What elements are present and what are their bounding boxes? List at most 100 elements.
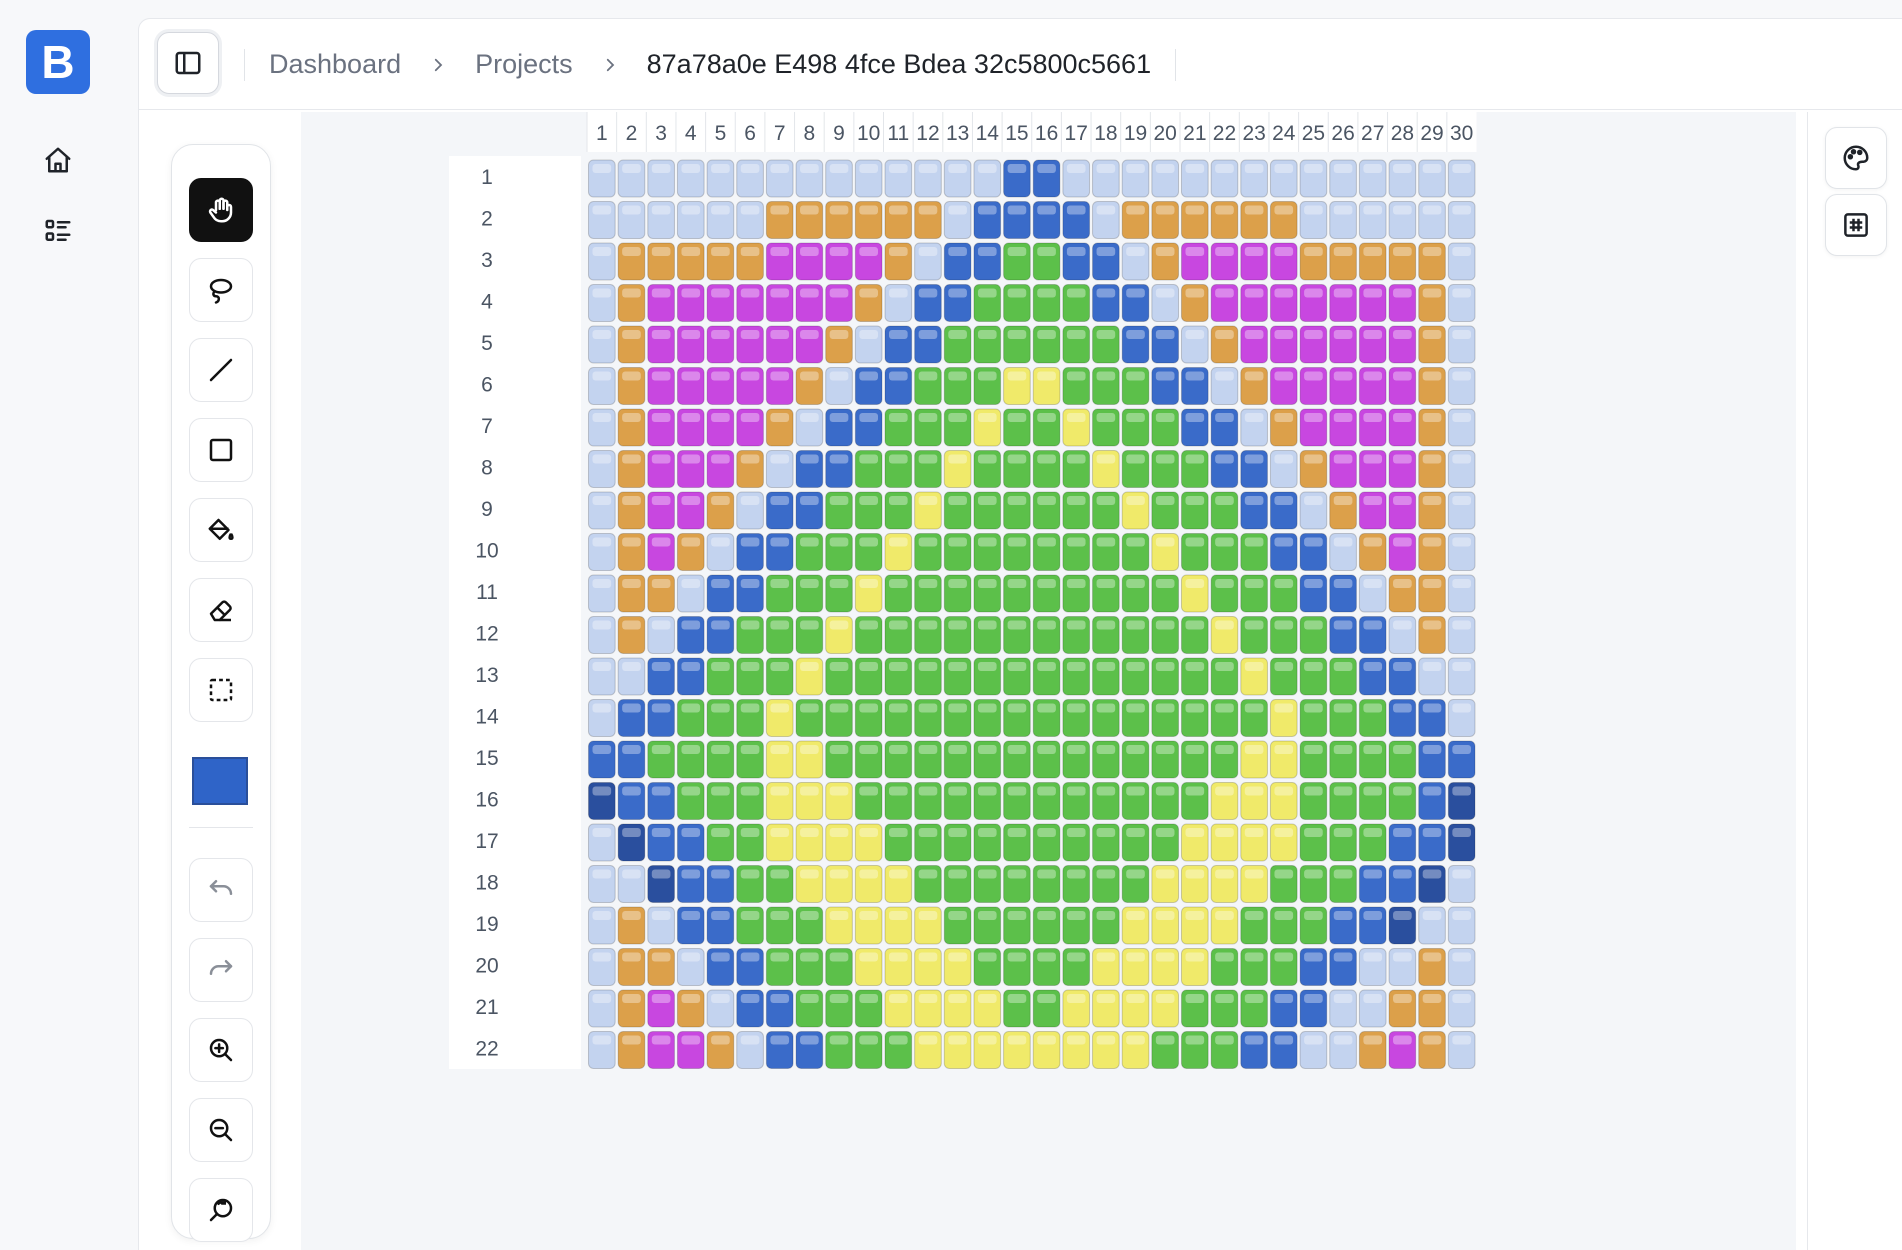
pixel-cell-highlight <box>859 786 878 796</box>
pixel-cell-highlight <box>1452 413 1471 422</box>
pixel-cell-highlight <box>1096 952 1116 962</box>
eraser-tool-button[interactable] <box>189 578 253 642</box>
pixel-cell-highlight <box>1274 703 1294 713</box>
pixel-cell-highlight <box>829 786 849 796</box>
list-icon[interactable] <box>38 211 78 251</box>
home-icon[interactable] <box>38 140 78 180</box>
pixel-cell-highlight <box>651 662 671 671</box>
redo-button[interactable] <box>189 938 253 1002</box>
pixel-cell-highlight <box>1185 828 1205 837</box>
pixel-cell-highlight <box>1066 994 1086 1003</box>
pixel-cell-highlight <box>1363 413 1383 422</box>
pixel-cell-highlight <box>859 164 878 173</box>
pixel-cell-highlight <box>1393 1035 1412 1045</box>
pixel-canvas[interactable]: 1 2 3 4 5 6 7 8 9 10 11 12 13 14 15 16 17 18 19 20 21 22 23 24 2… <box>301 112 1796 1250</box>
pixel-cell-highlight <box>1452 454 1471 464</box>
pixel-cell-highlight <box>1274 371 1294 381</box>
pixel-cell-highlight <box>1007 828 1027 837</box>
row-label: 14 <box>475 706 499 729</box>
select-tool-button[interactable] <box>189 658 253 722</box>
pixel-cell-highlight <box>948 869 967 879</box>
pixel-cell-highlight <box>948 1035 967 1045</box>
current-color-swatch[interactable] <box>192 757 248 805</box>
breadcrumb-projects[interactable]: Projects <box>475 49 573 80</box>
rectangle-tool-button[interactable] <box>189 418 253 482</box>
zoom-reset-button[interactable] <box>189 1178 253 1242</box>
pixel-cell-highlight <box>622 164 641 173</box>
fill-tool-button[interactable] <box>189 498 253 562</box>
pixel-cell-highlight <box>1304 454 1323 464</box>
line-tool-button[interactable] <box>189 338 253 402</box>
pixel-cell-highlight <box>1363 662 1383 671</box>
nav-rail: B <box>0 0 137 1250</box>
pixel-cell-highlight <box>1304 620 1323 630</box>
pixel-cell-highlight <box>1393 205 1412 215</box>
pixel-cell-highlight <box>711 828 730 837</box>
pixel-cell-highlight <box>1007 537 1027 547</box>
pixel-cell-highlight <box>1155 371 1175 381</box>
pixel-cell-highlight <box>681 247 701 256</box>
pixel-cell-highlight <box>1096 662 1116 671</box>
row-header-cell <box>449 820 581 862</box>
row-label: 9 <box>481 498 493 521</box>
pixel-cell-highlight <box>1274 745 1294 754</box>
pixel-cell-highlight <box>1215 911 1234 920</box>
palette-button[interactable] <box>1825 127 1887 189</box>
pixel-cell-highlight <box>592 537 612 547</box>
app-logo[interactable]: B <box>26 30 90 94</box>
lasso-tool-button[interactable] <box>189 258 253 322</box>
grid-settings-button[interactable] <box>1825 194 1887 256</box>
pixel-cell-highlight <box>1244 371 1264 381</box>
line-icon <box>209 358 233 382</box>
pixel-cell-highlight <box>1096 330 1116 339</box>
pixel-cell-highlight <box>1037 828 1056 837</box>
pixel-cell-highlight <box>1007 994 1027 1003</box>
pixel-cell-highlight <box>681 911 701 920</box>
pixel-cell-highlight <box>740 869 760 879</box>
pixel-cell-highlight <box>1333 745 1353 754</box>
pixel-cell-highlight <box>1215 537 1234 547</box>
right-panel-divider <box>1807 112 1808 1250</box>
pixel-cell-highlight <box>918 579 938 588</box>
pixel-cell-highlight <box>800 205 819 215</box>
pixel-cell-highlight <box>829 371 849 381</box>
pixel-cell-highlight <box>1066 911 1086 920</box>
hand-tool-button[interactable] <box>189 178 253 242</box>
pixel-cell-highlight <box>829 1035 849 1045</box>
header-divider <box>244 49 245 81</box>
pixel-cell-highlight <box>1274 869 1294 879</box>
undo-button[interactable] <box>189 858 253 922</box>
pixel-cell-highlight <box>1422 579 1442 588</box>
pixel-cell-highlight <box>977 247 997 256</box>
pixel-cell-highlight <box>948 703 967 713</box>
pixel-cell-highlight <box>651 1035 671 1045</box>
column-label: 17 <box>1065 122 1088 145</box>
pixel-cell-highlight <box>1155 620 1175 630</box>
pixel-cell-highlight <box>1274 288 1294 298</box>
pixel-cell-highlight <box>918 288 938 298</box>
pixel-cell-highlight <box>1422 288 1442 298</box>
pixel-cell-highlight <box>1333 994 1353 1003</box>
pixel-cell-highlight <box>711 703 730 713</box>
pixel-cell-highlight <box>1126 620 1145 630</box>
pixel-cell-highlight <box>770 869 790 879</box>
row-header-cell <box>449 944 581 986</box>
pixel-cell-highlight <box>977 164 997 173</box>
lasso-icon <box>209 278 233 304</box>
pixel-cell-highlight <box>1155 537 1175 547</box>
marquee-select-icon <box>209 678 233 702</box>
breadcrumb-dashboard[interactable]: Dashboard <box>269 49 401 80</box>
pixel-cell-highlight <box>859 413 878 422</box>
row-header-cell <box>449 695 581 737</box>
row-label: 18 <box>475 872 498 895</box>
zoom-out-button[interactable] <box>189 1098 253 1162</box>
zoom-in-button[interactable] <box>189 1018 253 1082</box>
pixel-cell-highlight <box>1452 288 1471 298</box>
sidebar-toggle-button[interactable] <box>157 32 219 94</box>
pixel-cell-highlight <box>1452 745 1471 754</box>
pixel-grid[interactable]: 1 2 3 4 5 6 7 8 9 10 11 12 13 14 15 16 17 18 19 20 21 22 23 24 2… <box>301 112 1796 1250</box>
pixel-cell-highlight <box>1244 952 1264 962</box>
pixel-cell-highlight <box>711 869 730 879</box>
pixel-cell-highlight <box>1274 1035 1294 1045</box>
pixel-cell-highlight <box>1007 371 1027 381</box>
